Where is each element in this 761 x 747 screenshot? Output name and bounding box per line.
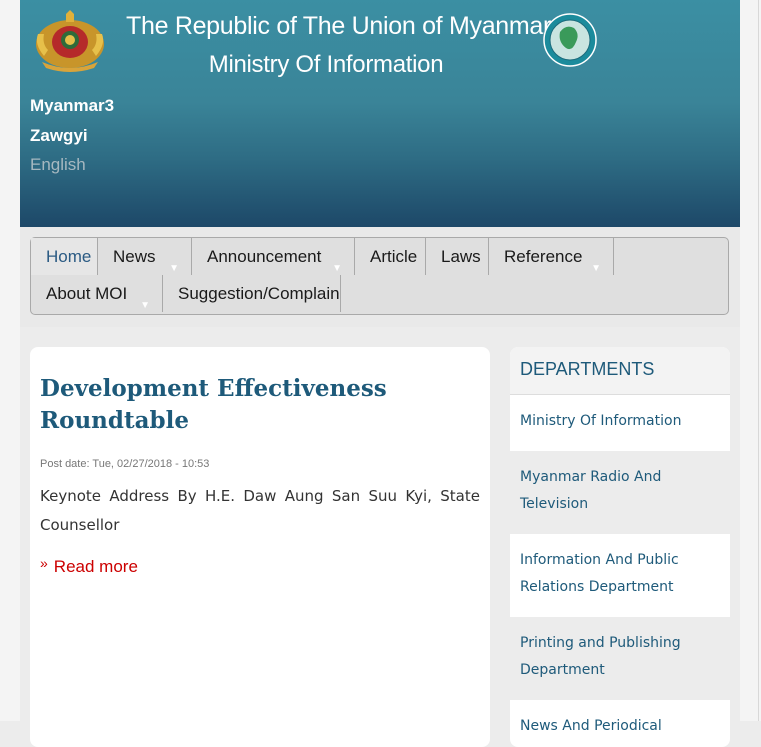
double-chevron-right-icon: » <box>40 555 48 571</box>
lang-english-link[interactable]: English <box>30 155 86 175</box>
lang-zawgyi-link[interactable]: Zawgyi <box>30 126 88 146</box>
nav-about-moi-label: About MOI <box>46 284 128 303</box>
page-margin-left <box>0 0 20 721</box>
read-more-label: Read more <box>53 557 138 576</box>
departments-heading: DEPARTMENTS <box>510 347 730 395</box>
site-title: The Republic of The Union of Myanmar <box>126 12 552 40</box>
nav-suggestion-complain[interactable]: Suggestion/Complain <box>163 275 341 312</box>
nav-news-label: News <box>113 247 156 266</box>
ministry-logo-icon <box>543 13 597 67</box>
scroll-divider <box>758 0 759 721</box>
nav-home[interactable]: Home <box>31 238 98 275</box>
nav-laws[interactable]: Laws <box>426 238 489 275</box>
nav-about-moi[interactable]: About MOI ▼ <box>31 275 163 312</box>
post-date: Post date: Tue, 02/27/2018 - 10:53 <box>40 458 210 470</box>
nav-article[interactable]: Article <box>355 238 426 275</box>
article-title-link[interactable]: Development Effectiveness Roundtable <box>40 373 440 437</box>
nav-reference-label: Reference <box>504 247 583 266</box>
dept-myanmar-radio-tv[interactable]: Myanmar Radio And Television <box>510 451 730 534</box>
chevron-down-icon: ▼ <box>591 263 601 274</box>
dept-ministry-of-information[interactable]: Ministry Of Information <box>510 395 730 451</box>
site-subtitle: Ministry Of Information <box>208 51 444 78</box>
dept-information-public-relations[interactable]: Information And Public Relations Departm… <box>510 534 730 617</box>
main-nav-area: Home News ▼ Announcement ▼ Article Laws Re… <box>20 227 740 327</box>
nav-announcement[interactable]: Announcement ▼ <box>192 238 355 275</box>
nav-reference[interactable]: Reference ▼ <box>489 238 614 275</box>
nav-announcement-label: Announcement <box>207 247 322 266</box>
article-card: Development Effectiveness Roundtable Pos… <box>30 347 490 747</box>
state-seal-icon <box>36 10 104 72</box>
page-margin-right <box>740 0 761 721</box>
article-summary: Keynote Address By H.E. Daw Aung San Suu… <box>40 487 480 534</box>
nav-laws-label: Laws <box>441 247 481 266</box>
nav-article-label: Article <box>370 247 418 266</box>
nav-home-label: Home <box>46 247 92 266</box>
nav-suggestion-label: Suggestion/Complain <box>178 284 340 303</box>
main-menu: Home News ▼ Announcement ▼ Article Laws Re… <box>30 237 729 315</box>
dept-news-periodical[interactable]: News And Periodical <box>510 700 730 747</box>
nav-news[interactable]: News ▼ <box>98 238 192 275</box>
read-more-link[interactable]: » Read more <box>40 555 138 577</box>
site-header: The Republic of The Union of Myanmar Min… <box>20 0 740 227</box>
departments-sidebar: DEPARTMENTS Ministry Of Information Myan… <box>510 347 730 747</box>
lang-myanmar3-link[interactable]: Myanmar3 <box>30 96 114 116</box>
chevron-down-icon: ▼ <box>140 300 150 311</box>
dept-printing-publishing[interactable]: Printing and Publishing Department <box>510 617 730 700</box>
